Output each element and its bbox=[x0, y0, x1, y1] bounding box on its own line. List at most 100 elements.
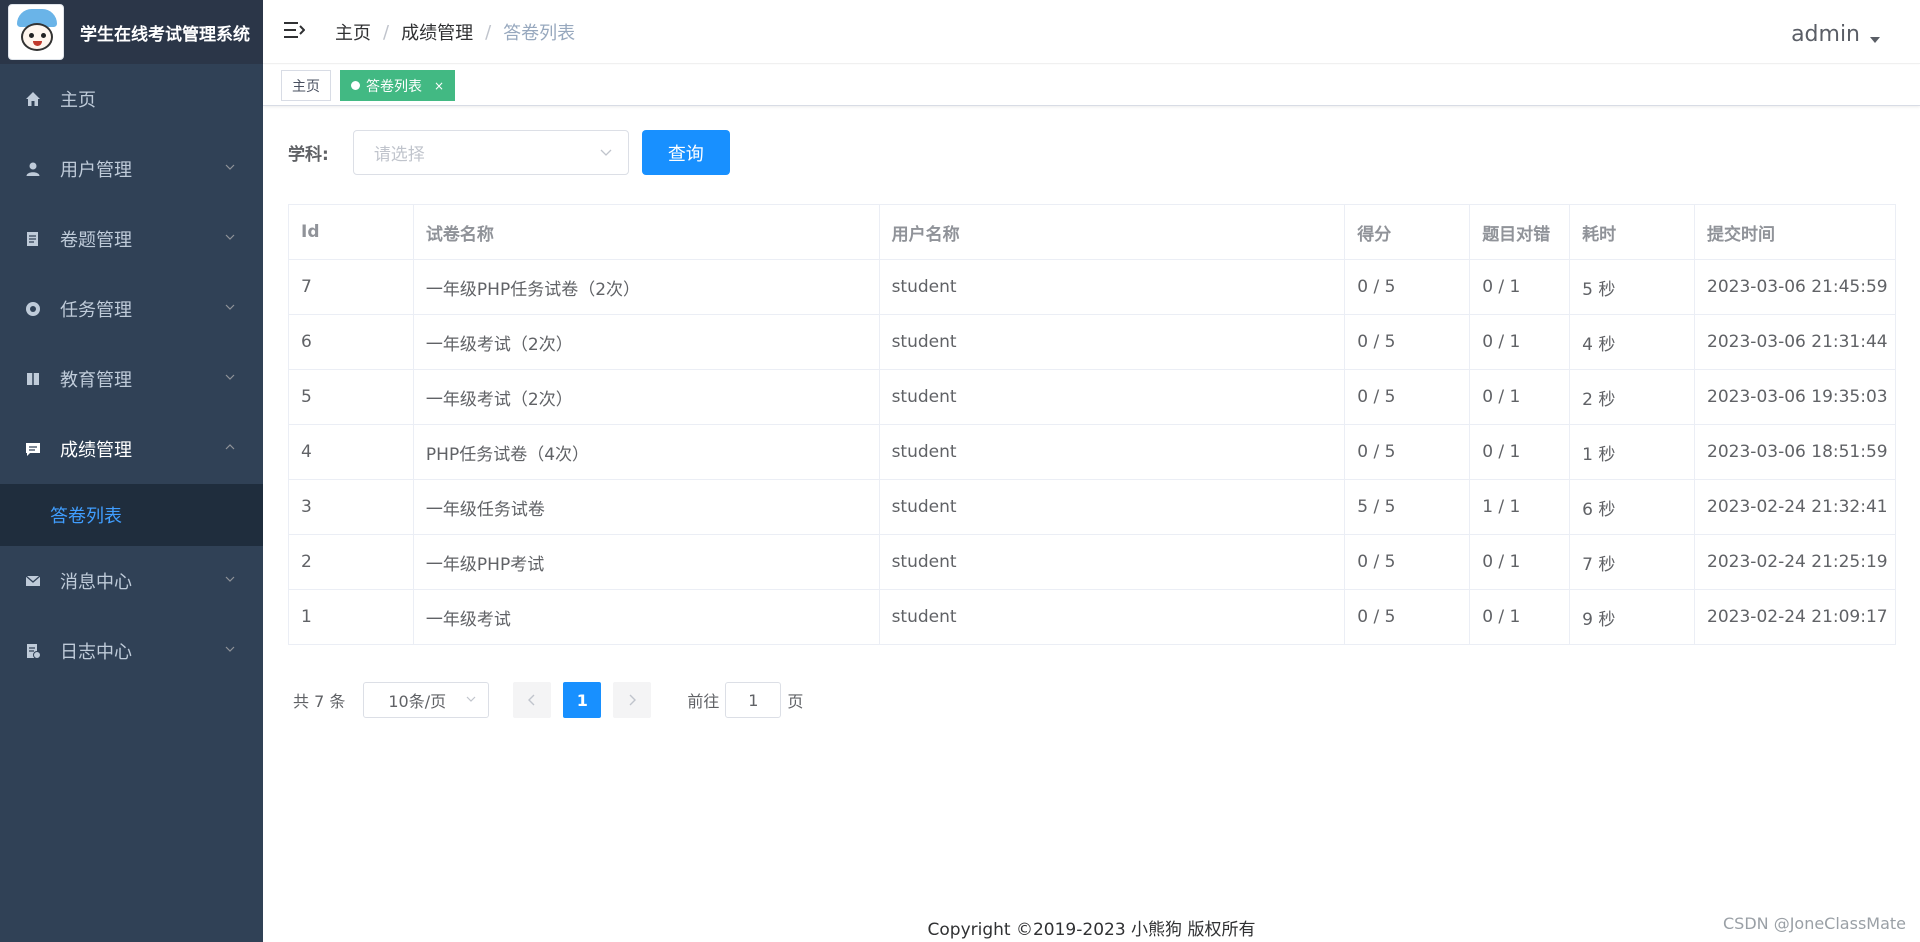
breadcrumb-scores[interactable]: 成绩管理 bbox=[401, 19, 473, 45]
table-row: 2 一年级PHP考试 student 0 / 5 0 / 1 7 秒 2023-… bbox=[288, 534, 1896, 590]
table-cell: 4 bbox=[288, 424, 414, 480]
column-header: 题目对错 bbox=[1469, 204, 1571, 260]
table-cell: student bbox=[878, 314, 1346, 370]
column-header: 用户名称 bbox=[878, 204, 1346, 260]
table-cell: student bbox=[878, 589, 1346, 645]
breadcrumb-home[interactable]: 主页 bbox=[335, 19, 371, 45]
tag-answer-list[interactable]: 答卷列表 × bbox=[340, 70, 456, 101]
user-menu[interactable]: admin bbox=[1791, 22, 1880, 47]
book-icon bbox=[24, 370, 42, 388]
chevron-down-icon bbox=[225, 646, 235, 652]
log-icon bbox=[24, 642, 42, 660]
breadcrumb-current: 答卷列表 bbox=[503, 23, 576, 44]
table-cell: 一年级任务试卷 bbox=[412, 479, 880, 535]
table-cell: 1 bbox=[288, 589, 414, 645]
table-cell: 2023-03-06 19:35:03 bbox=[1694, 369, 1896, 425]
goto-page: 前往 页 bbox=[687, 682, 803, 718]
paper-icon bbox=[24, 230, 42, 248]
table-cell: 0 / 1 bbox=[1469, 259, 1571, 315]
subject-select[interactable]: 请选择 bbox=[352, 130, 629, 175]
page-number-current[interactable]: 1 bbox=[563, 682, 602, 718]
sidebar: 学生在线考试管理系统 主页 用户管理 卷题管理 任务管理 教育管理 成绩管理 答… bbox=[0, 0, 263, 942]
home-icon bbox=[24, 90, 42, 108]
sidebar-item-tasks[interactable]: 任务管理 bbox=[0, 274, 263, 344]
goto-page-input[interactable] bbox=[725, 682, 782, 718]
table-row: 3 一年级任务试卷 student 5 / 5 1 / 1 6 秒 2023-0… bbox=[288, 479, 1896, 535]
table-cell: 3 bbox=[288, 479, 414, 535]
table-cell: 7 秒 bbox=[1569, 534, 1696, 590]
tags-view: 主页 答卷列表 × bbox=[263, 65, 1920, 106]
subject-label: 学科: bbox=[288, 145, 329, 165]
table-cell: 一年级考试 bbox=[412, 589, 880, 645]
query-button[interactable]: 查询 bbox=[641, 130, 730, 175]
table-cell: 0 / 5 bbox=[1344, 534, 1471, 590]
table-cell: 4 秒 bbox=[1569, 314, 1696, 370]
chevron-down-icon bbox=[225, 374, 235, 380]
tag-label: 主页 bbox=[292, 78, 320, 95]
table-cell: 0 / 1 bbox=[1469, 589, 1571, 645]
mail-icon bbox=[24, 572, 42, 590]
table-row: 6 一年级考试（2次） student 0 / 5 0 / 1 4 秒 2023… bbox=[288, 314, 1896, 370]
sidebar-item-label: 用户管理 bbox=[60, 160, 132, 181]
table-row: 7 一年级PHP任务试卷（2次） student 0 / 5 0 / 1 5 秒… bbox=[288, 259, 1896, 315]
column-header: 得分 bbox=[1344, 204, 1471, 260]
hamburger-icon[interactable] bbox=[283, 20, 305, 40]
table-cell: 0 / 5 bbox=[1344, 424, 1471, 480]
main-content: 学科: 请选择 查询 Id 试卷名称 用户名称 得分 题目对错 耗时 提交时间 … bbox=[263, 106, 1920, 942]
sidebar-subitem-answer-list[interactable]: 答卷列表 bbox=[0, 484, 263, 546]
table-cell: 6 秒 bbox=[1569, 479, 1696, 535]
app-title: 学生在线考试管理系统 bbox=[80, 24, 250, 45]
breadcrumb-separator: / bbox=[383, 21, 390, 43]
table-cell: 0 / 1 bbox=[1469, 424, 1571, 480]
table-cell: student bbox=[878, 369, 1346, 425]
tag-home[interactable]: 主页 bbox=[281, 70, 331, 101]
sidebar-item-home[interactable]: 主页 bbox=[0, 64, 263, 134]
table-cell: 一年级PHP考试 bbox=[412, 534, 880, 590]
sidebar-item-label: 主页 bbox=[60, 90, 96, 111]
sidebar-item-label: 消息中心 bbox=[60, 572, 132, 593]
chevron-up-icon bbox=[225, 444, 235, 450]
table-cell: 1 秒 bbox=[1569, 424, 1696, 480]
table-cell: 0 / 5 bbox=[1344, 589, 1471, 645]
sidebar-item-papers[interactable]: 卷题管理 bbox=[0, 204, 263, 274]
table-cell: 2 bbox=[288, 534, 414, 590]
table-cell: 0 / 1 bbox=[1469, 534, 1571, 590]
page-size-value: 10条/页 bbox=[388, 692, 447, 711]
breadcrumb: 主页 / 成绩管理 / 答卷列表 bbox=[335, 19, 575, 45]
close-icon[interactable]: × bbox=[434, 79, 444, 93]
table-cell: 一年级PHP任务试卷（2次） bbox=[412, 259, 880, 315]
table-cell: 一年级考试（2次） bbox=[412, 369, 880, 425]
sidebar-item-messages[interactable]: 消息中心 bbox=[0, 546, 263, 616]
sidebar-item-logs[interactable]: 日志中心 bbox=[0, 616, 263, 686]
user-icon bbox=[24, 160, 42, 178]
pagination-total: 共 7 条 bbox=[293, 692, 346, 711]
logo-bar: 学生在线考试管理系统 bbox=[0, 0, 263, 64]
table-cell: 2023-02-24 21:09:17 bbox=[1694, 589, 1896, 645]
task-icon bbox=[24, 300, 42, 318]
prev-page-button[interactable] bbox=[513, 682, 552, 718]
sidebar-item-scores[interactable]: 成绩管理 bbox=[0, 414, 263, 484]
sidebar-item-education[interactable]: 教育管理 bbox=[0, 344, 263, 414]
sidebar-item-users[interactable]: 用户管理 bbox=[0, 134, 263, 204]
page-size-select[interactable]: 10条/页 bbox=[363, 682, 490, 718]
table-cell: 0 / 1 bbox=[1469, 314, 1571, 370]
table-row: 5 一年级考试（2次） student 0 / 5 0 / 1 2 秒 2023… bbox=[288, 369, 1896, 425]
table-cell: 7 bbox=[288, 259, 414, 315]
table-cell: 2 秒 bbox=[1569, 369, 1696, 425]
table-cell: student bbox=[878, 259, 1346, 315]
sidebar-item-label: 教育管理 bbox=[60, 370, 132, 391]
table-cell: 1 / 1 bbox=[1469, 479, 1571, 535]
app-logo bbox=[8, 4, 64, 60]
table-cell: 2023-02-24 21:25:19 bbox=[1694, 534, 1896, 590]
table-cell: 5 / 5 bbox=[1344, 479, 1471, 535]
sidebar-item-label: 任务管理 bbox=[60, 300, 132, 321]
table-cell: 6 bbox=[288, 314, 414, 370]
next-page-button[interactable] bbox=[613, 682, 652, 718]
chevron-down-icon bbox=[225, 576, 235, 582]
table-row: 4 PHP任务试卷（4次） student 0 / 5 0 / 1 1 秒 20… bbox=[288, 424, 1896, 480]
filter-form: 学科: 请选择 查询 bbox=[288, 130, 730, 175]
chat-icon bbox=[24, 440, 42, 458]
table-cell: 9 秒 bbox=[1569, 589, 1696, 645]
breadcrumb-separator: / bbox=[485, 21, 492, 43]
footer-copyright: Copyright ©2019-2023 小熊狗 版权所有 bbox=[927, 920, 1256, 940]
